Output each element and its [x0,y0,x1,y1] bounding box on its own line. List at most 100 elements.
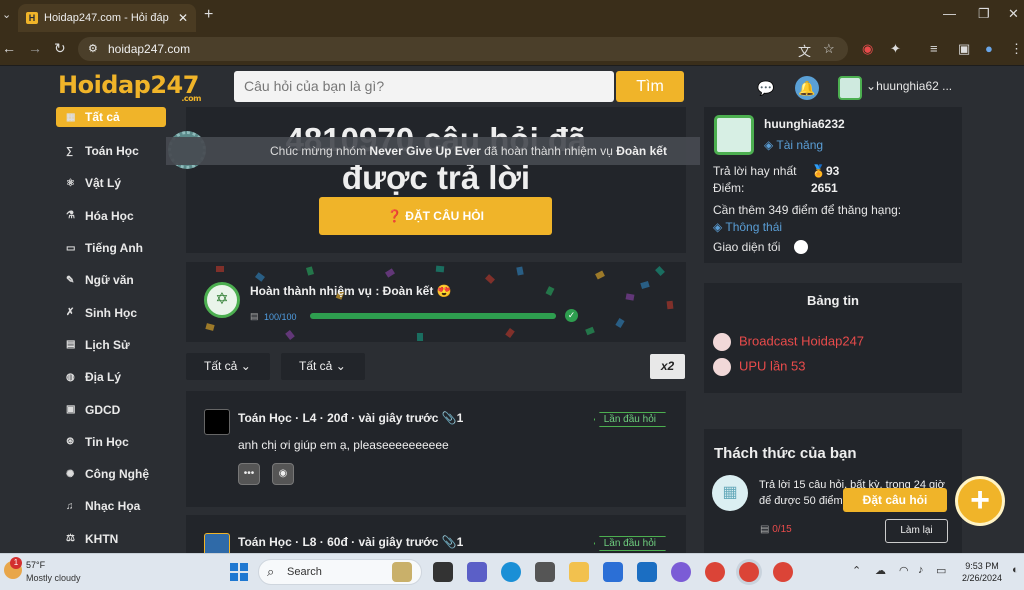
side-panel-icon[interactable]: ▣ [958,41,970,57]
dark-mode-toggle[interactable] [794,240,808,254]
show-hidden-icons[interactable]: ⌃ [852,564,861,577]
extension-badge-icon[interactable]: ◉ [862,41,873,57]
sidebar-item-music-art[interactable]: ♫ Nhạc Họa [56,490,184,522]
confetti-piece [595,270,605,280]
volume-icon[interactable]: ♪ [918,564,924,576]
points-multiplier-badge[interactable]: x2 [650,354,685,379]
task-view-icon[interactable] [433,562,453,582]
confetti-piece [505,328,515,338]
messages-icon[interactable]: 💬 [754,76,778,100]
profile-name[interactable]: huunghia6232 [764,117,845,131]
browser-menu-icon[interactable]: ⋮ [1010,41,1023,57]
question-card[interactable]: Toán Học · L8 · 60đ · vài giây trước 📎1 … [186,515,686,559]
battery-icon[interactable]: ▭ [936,564,946,577]
url-field[interactable]: ⚙ hoidap247.com [78,37,848,61]
attachment-thumbnail[interactable]: ◉ [272,463,294,485]
sidebar-item-civics[interactable]: ▣ GDCD [56,393,184,425]
sidebar-item-history[interactable]: ▤ Lịch Sử [56,329,184,361]
fab-ask-label[interactable]: Đặt câu hỏi [843,488,947,512]
dark-mode-label: Giao diện tối [713,240,781,254]
mail-icon[interactable] [637,562,657,582]
weather-temp: 57°F [26,560,46,570]
notification-badge: 1 [10,557,22,569]
confetti-piece [255,272,265,282]
back-icon[interactable]: ← [2,40,16,56]
sidebar-item-biology[interactable]: ✗ Sinh Học [56,296,184,328]
extensions-icon[interactable]: ✦ [890,41,901,57]
sidebar-item-informatics[interactable]: ⊛ Tin Học [56,426,184,458]
chrome-profile-icon[interactable] [773,562,793,582]
news-item[interactable]: Broadcast Hoidap247 [713,333,864,351]
sidebar-item-label: Hóa Học [85,208,134,223]
restore-icon[interactable]: ❐ [978,6,990,22]
sidebar-item-technology[interactable]: ✺ Công Nghệ [56,458,184,490]
browser-tab[interactable]: H Hoidap247.com - Hỏi đáp bài tập ✕ [18,4,196,32]
confetti-piece [545,286,555,296]
user-avatar[interactable] [838,76,862,100]
site-logo[interactable]: Hoidap247 .com [58,71,201,103]
notification-bell-icon[interactable]: 🔔 [795,76,819,100]
wifi-icon[interactable]: ◠ [899,564,909,577]
reload-icon[interactable]: ↻ [54,40,66,57]
start-menu-icon[interactable] [230,563,248,581]
bookmark-star-icon[interactable]: ☆ [823,41,835,57]
sidebar-item-math[interactable]: ∑ Toán Học [56,135,184,167]
logo-suffix: .com [181,94,201,103]
profile-avatar[interactable] [714,115,754,155]
sidebar-item-label: GDCD [85,402,121,417]
forward-icon[interactable]: → [28,40,42,56]
sidebar-item-english[interactable]: ▭ Tiếng Anh [56,232,184,264]
fab-add-question-button[interactable]: + [955,476,1005,526]
rank-icon: ◈ [713,220,726,234]
news-icon [713,358,731,376]
question-text[interactable]: anh chị ơi giúp em ạ, pleaseeeeeeeeee [238,438,449,452]
search-highlight-icon [392,562,412,582]
profile-avatar-icon[interactable]: ● [985,41,993,56]
edge-icon[interactable] [501,562,521,582]
sidebar-item-physics[interactable]: ⚛ Vật Lý [56,167,184,199]
username[interactable]: ⌄huunghia62 ... [866,79,952,93]
points-label: Điểm: [713,181,745,195]
globe-icon: ◍ [66,371,75,383]
close-window-icon[interactable]: ✕ [1008,6,1019,22]
teams-icon[interactable] [467,562,487,582]
new-tab-icon[interactable]: + [204,6,213,24]
math-icon: ∑ [66,145,74,157]
site-info-icon[interactable]: ⚙ [88,37,98,61]
search-button[interactable]: Tìm [616,71,684,102]
notifications-icon[interactable]: ◐ [1012,564,1019,576]
chrome-icon[interactable] [705,562,725,582]
filter-dropdown-2[interactable]: Tất cả ⌄ [281,353,365,380]
ask-question-button[interactable]: ❓ ĐẶT CÂU HỎI [319,197,552,235]
profile-card: huunghia6232 ◈ Tài năng Trả lời hay nhất… [704,107,962,263]
close-tab-icon[interactable]: ✕ [178,11,188,25]
media-icon[interactable]: ≡ [930,41,938,56]
sidebar-item-science[interactable]: ⚖ KHTN [56,523,184,555]
translate-icon[interactable]: 文 [798,41,811,60]
congrats-toast: Chúc mừng nhóm Never Give Up Ever đã hoà… [166,137,700,165]
sidebar-item-label: KHTN [85,531,119,546]
attachment-thumbnail[interactable]: ••• [238,463,260,485]
search-input[interactable]: Câu hỏi của bạn là gì? [234,71,614,102]
toast-prefix: Chúc mừng nhóm [270,144,370,158]
tab-list-chevron-icon[interactable]: ⌄ [2,8,11,21]
sidebar-item-chemistry[interactable]: ⚗ Hóa Học [56,200,184,232]
news-item[interactable]: UPU lần 53 [713,358,805,376]
redo-button[interactable]: Làm lại [885,519,948,543]
filter-dropdown-1[interactable]: Tất cả ⌄ [186,353,270,380]
weather-desc: Mostly cloudy [26,573,81,583]
sidebar-item-geography[interactable]: ◍ Địa Lý [56,361,184,393]
minimize-icon[interactable]: — [943,6,956,21]
file-explorer-icon[interactable] [569,562,589,582]
store-icon[interactable] [603,562,623,582]
sidebar-item-all[interactable]: ▦ Tất cả [56,107,166,127]
sidebar-item-literature[interactable]: ✎ Ngữ văn [56,264,184,296]
question-card[interactable]: Toán Học · L4 · 20đ · vài giây trước 📎1 … [186,391,686,507]
copilot-icon[interactable] [671,562,691,582]
avatar[interactable] [204,409,230,435]
onedrive-icon[interactable]: ☁ [875,564,886,577]
mission-progress-text: 100/100 [264,312,297,322]
clock[interactable]: 9:53 PM 2/26/2024 [960,560,1004,584]
calculator-icon[interactable] [535,562,555,582]
chrome-active-icon[interactable] [739,562,759,582]
